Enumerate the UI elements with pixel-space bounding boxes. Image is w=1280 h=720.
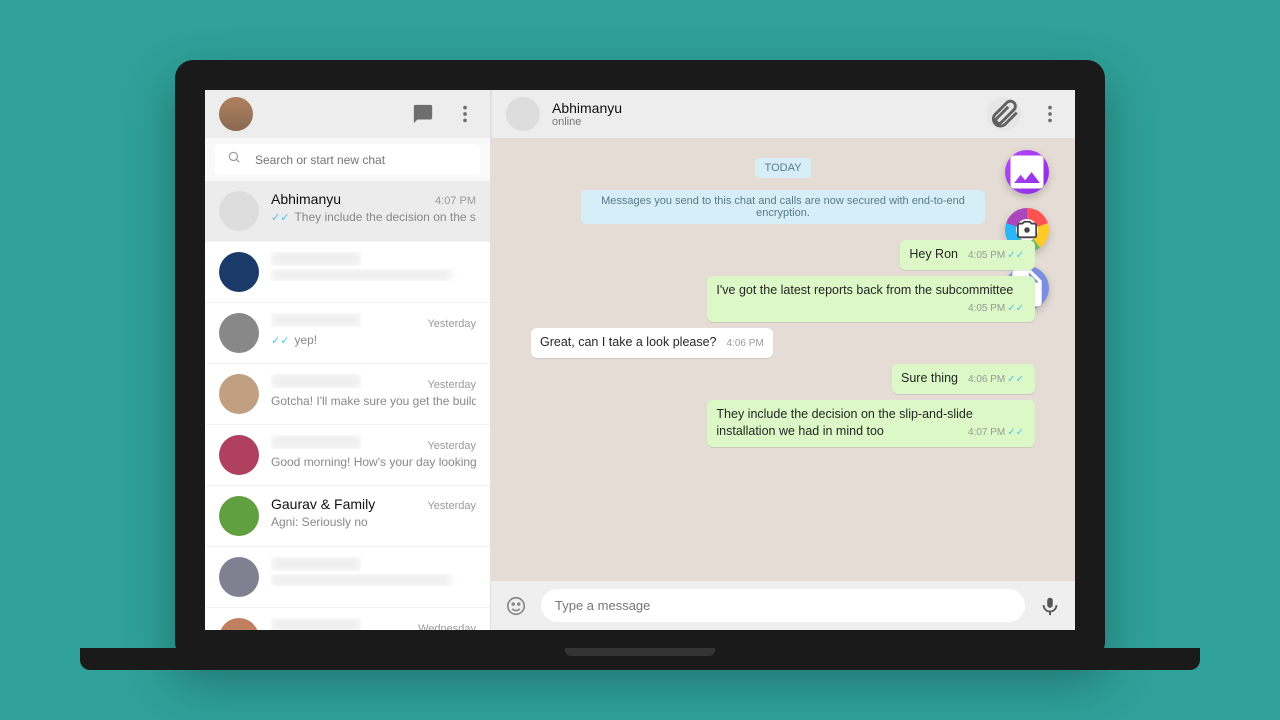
chat-avatar <box>219 557 259 597</box>
attach-icon[interactable] <box>987 97 1021 131</box>
chat-preview: Good morning! How's your day looking? <box>271 455 476 469</box>
chat-name <box>271 557 361 571</box>
chat-list[interactable]: Abhimanyu 4:07 PM ✓✓They include the decis… <box>205 181 490 630</box>
contact-status: online <box>552 116 622 128</box>
message-bubble: Great, can I take a look please?4:06 PM <box>531 328 773 358</box>
chat-list-item[interactable] <box>205 547 490 608</box>
chat-list-item[interactable]: Yesterday ✓✓yep! <box>205 303 490 364</box>
chat-header: Abhimanyu online <box>491 90 1075 138</box>
chat-list-item[interactable]: Gaurav & Family Yesterday Agni: Seriously … <box>205 486 490 547</box>
composer-input-wrap <box>541 589 1025 622</box>
chat-name: Gaurav & Family <box>271 496 375 512</box>
chat-avatar <box>219 252 259 292</box>
chat-time: Yesterday <box>427 318 476 330</box>
emoji-icon[interactable] <box>505 595 527 617</box>
chat-avatar <box>219 374 259 414</box>
chat-name <box>271 374 361 388</box>
chat-time: Yesterday <box>427 500 476 512</box>
chat-preview: ✓✓They include the decision on the slip-… <box>271 210 476 224</box>
encryption-notice: Messages you send to this chat and calls… <box>581 190 984 224</box>
chat-avatar <box>219 435 259 475</box>
chat-name <box>271 435 361 449</box>
chat-menu-icon[interactable] <box>1039 103 1061 125</box>
chat-time: Yesterday <box>427 440 476 452</box>
message-input[interactable] <box>555 598 1011 613</box>
chat-list-item[interactable]: Yesterday Good morning! How's your day lo… <box>205 425 490 486</box>
message-bubble: Hey Ron4:05 PM✓✓ <box>900 240 1035 270</box>
chat-preview <box>271 269 476 281</box>
chat-name <box>271 313 361 327</box>
chat-name <box>271 252 361 266</box>
chat-avatar <box>219 618 259 630</box>
chat-list-item[interactable]: Yesterday Gotcha! I'll make sure you get … <box>205 364 490 425</box>
chat-list-item[interactable]: Abhimanyu 4:07 PM ✓✓They include the decis… <box>205 181 490 242</box>
chat-area: Abhimanyu online <box>491 90 1075 630</box>
chat-time: Wednesday <box>418 623 476 630</box>
chat-preview <box>271 574 476 586</box>
chat-preview: Agni: Seriously no <box>271 515 476 529</box>
contact-avatar[interactable] <box>506 97 540 131</box>
search-bar <box>205 138 490 181</box>
composer <box>491 581 1075 630</box>
chat-avatar <box>219 496 259 536</box>
app-window: Abhimanyu 4:07 PM ✓✓They include the decis… <box>205 90 1075 630</box>
chat-list-item[interactable] <box>205 242 490 303</box>
chat-preview: Gotcha! I'll make sure you get the build… <box>271 394 476 408</box>
sidebar: Abhimanyu 4:07 PM ✓✓They include the decis… <box>205 90 491 630</box>
search-input[interactable] <box>255 153 468 167</box>
new-chat-icon[interactable] <box>412 103 434 125</box>
menu-icon[interactable] <box>454 103 476 125</box>
mic-icon[interactable] <box>1039 595 1061 617</box>
message-bubble: Sure thing4:06 PM✓✓ <box>892 364 1035 394</box>
search-icon <box>227 150 241 169</box>
chat-time: Yesterday <box>427 379 476 391</box>
date-divider: TODAY <box>755 158 812 178</box>
message-bubble: They include the decision on the slip-an… <box>707 400 1035 447</box>
message-bubble: I've got the latest reports back from th… <box>707 276 1035 322</box>
chat-name <box>271 618 361 630</box>
chat-name: Abhimanyu <box>271 191 341 207</box>
chat-list-item[interactable]: Wednesday <box>205 608 490 630</box>
message-list[interactable]: TODAY Messages you send to this chat and… <box>491 138 1075 581</box>
chat-preview: ✓✓yep! <box>271 333 476 347</box>
chat-avatar <box>219 191 259 231</box>
laptop-frame: Abhimanyu 4:07 PM ✓✓They include the decis… <box>175 60 1105 660</box>
chat-time: 4:07 PM <box>435 195 476 207</box>
chat-avatar <box>219 313 259 353</box>
sidebar-header <box>205 90 490 138</box>
contact-name: Abhimanyu <box>552 100 622 116</box>
laptop-base <box>80 648 1200 670</box>
my-avatar[interactable] <box>219 97 253 131</box>
